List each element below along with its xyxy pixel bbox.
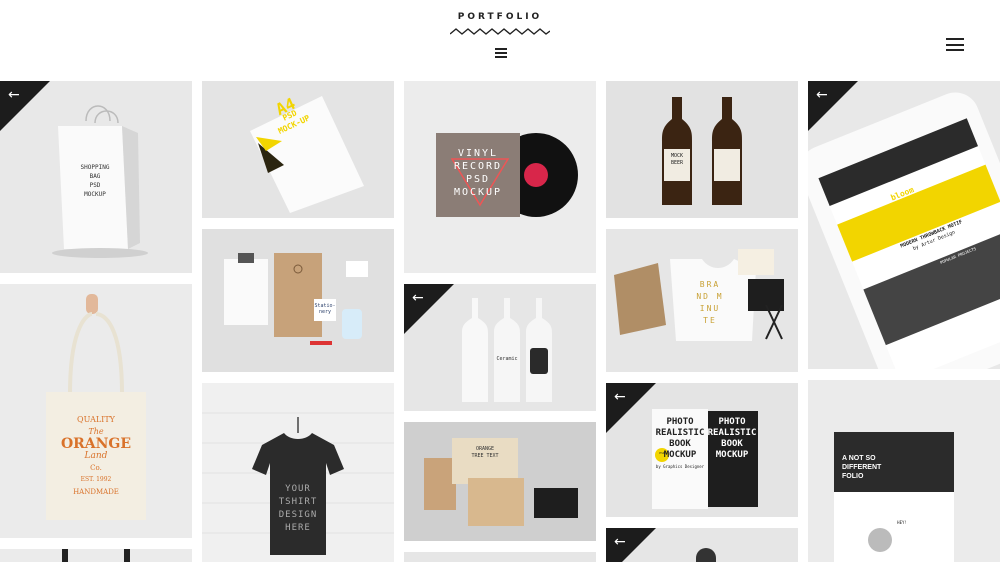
main-menu-button[interactable] [946, 38, 964, 52]
tote-line7: HANDMADE [73, 488, 119, 496]
stationery-card: Statio-nery [314, 303, 336, 315]
stationery-image [224, 253, 368, 345]
tshirt-image [202, 412, 394, 555]
portfolio-item-vinyl[interactable]: VINYL RECORD PSD MOCKUP [404, 81, 596, 273]
brand-b4: TE [703, 316, 717, 325]
portfolio-item-packaging[interactable]: ORANGE TREE TEXT [404, 422, 596, 541]
bottle-label: Ceramic [496, 356, 518, 362]
portfolio-item-branding[interactable]: BRA ND M INU TE [606, 229, 798, 372]
vinyl-line2: RECORD [453, 161, 503, 172]
packaging-image [424, 438, 578, 526]
tote-line1: QUALITY [77, 415, 115, 424]
bag-line2: BAG [89, 173, 101, 180]
logo-text: PORTFOLIO [457, 12, 543, 22]
brand-b1: BRA [699, 280, 721, 289]
book-line2: REALISTIC [655, 428, 705, 438]
book-back4: MOCKUP [715, 450, 749, 460]
pack-label2: TREE TEXT [471, 453, 499, 459]
portfolio-item-shopping-bag[interactable]: SHOPPING BAG PSD MOCKUP ← [0, 81, 192, 273]
wave-icon [450, 28, 550, 35]
arrow-left-icon[interactable]: ← [614, 389, 626, 405]
hamburger-icon [946, 38, 964, 40]
folio-line3: FOLIO [842, 473, 864, 480]
portfolio-item-letter-mockup[interactable]: A4 PSD MOCK-UP [202, 81, 394, 218]
bag-line1: SHOPPING [80, 164, 110, 171]
tote-line3: ORANGE [60, 436, 132, 452]
book-back1: PHOTO [718, 417, 746, 427]
bag-line4: MOCKUP [84, 191, 106, 198]
tshirt-line3: DESIGN [278, 510, 318, 520]
tote-bag-image [46, 294, 146, 520]
portfolio-item-partial[interactable] [404, 552, 596, 562]
folio-image [834, 432, 954, 562]
portfolio-item-book[interactable]: PHOTO REALISTIC BOOK MOCKUP by Graphics … [606, 383, 798, 517]
tote-line6: EST. 1992 [80, 476, 112, 483]
brand-b2: ND M [696, 292, 724, 301]
arrow-left-icon[interactable]: ← [8, 87, 20, 103]
portfolio-item-partial[interactable] [0, 549, 192, 562]
book-back2: REALISTIC [707, 428, 757, 438]
book-line3: BOOK [669, 439, 691, 449]
book-line1: PHOTO [666, 417, 694, 427]
hamburger-icon [495, 48, 507, 50]
tshirt-line2: TSHIRT [278, 497, 318, 507]
arrow-left-icon[interactable]: ← [412, 290, 424, 306]
beer-label1: MOCK [670, 153, 684, 159]
beer-image [662, 97, 742, 205]
arrow-left-icon[interactable]: ← [614, 534, 626, 550]
book-byline: by Graphics Designer [655, 464, 705, 469]
portfolio-item-iphone[interactable]: bloom HOTEL DESIGN MODERN THROWBACK MOTI… [808, 81, 1000, 369]
portfolio-item-tshirt[interactable]: YOUR TSHIRT DESIGN HERE [202, 383, 394, 562]
vinyl-line4: MOCKUP [453, 187, 503, 198]
portfolio-item-beer[interactable]: MOCK BEER [606, 81, 798, 218]
book-badge: PSD [659, 451, 665, 455]
beer-label2: BEER [670, 160, 684, 166]
pack-label1: ORANGE [475, 446, 495, 452]
portfolio-item-tote-bag[interactable]: QUALITY The ORANGE Land Co. EST. 1992 HA… [0, 284, 192, 538]
folio-line1: A NOT SO [842, 455, 876, 462]
site-header: PORTFOLIO [0, 0, 1000, 80]
site-logo[interactable]: PORTFOLIO [440, 12, 560, 36]
vinyl-line1: VINYL [457, 148, 499, 159]
tote-line5: Co. [90, 464, 102, 472]
center-menu-button[interactable] [495, 48, 507, 58]
folio-hey: HEY! [897, 520, 907, 525]
vinyl-line3: PSD [465, 174, 491, 185]
portfolio-item-bottles[interactable]: Ceramic ← [404, 284, 596, 411]
bag-line3: PSD [89, 182, 101, 189]
tshirt-line4: HERE [285, 523, 311, 533]
portfolio-item-stationery[interactable]: Statio-nery [202, 229, 394, 372]
folio-line2: DIFFERENT [842, 464, 882, 471]
portfolio-item-folio[interactable]: A NOT SO DIFFERENT FOLIO HEY! [808, 380, 1000, 562]
portfolio-item-partial[interactable]: ← [606, 528, 798, 562]
book-back3: BOOK [721, 439, 743, 449]
arrow-left-icon[interactable]: ← [816, 87, 828, 103]
tshirt-line1: YOUR [285, 484, 311, 494]
brand-b3: INU [699, 304, 721, 313]
